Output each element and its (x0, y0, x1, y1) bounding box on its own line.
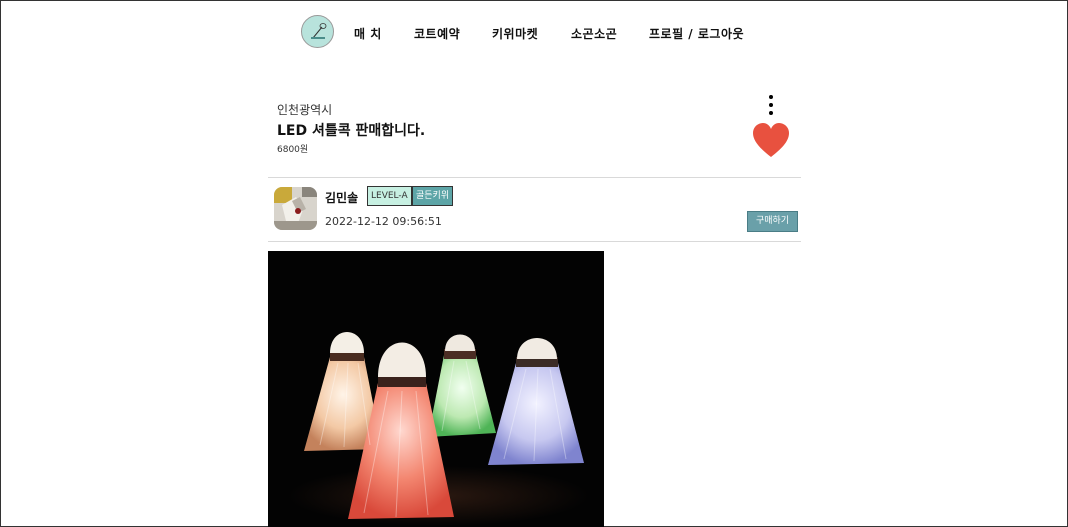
nav-item-community[interactable]: 소곤소곤 (571, 25, 617, 42)
post-region: 인천광역시 (277, 103, 333, 117)
product-image (268, 251, 604, 527)
post-datetime: 2022-12-12 09:56:51 (325, 215, 442, 228)
nav-item-match[interactable]: 매 치 (354, 25, 382, 42)
heart-icon[interactable] (752, 123, 790, 159)
nav-item-kiwi-market[interactable]: 키위마켓 (492, 25, 538, 42)
kebab-dot (769, 95, 773, 99)
nav-item-court-reservation[interactable]: 코트예약 (414, 25, 460, 42)
post-title: LED 셔틀콕 판매합니다. (277, 123, 426, 139)
nav-item-profile-logout[interactable]: 프로필 / 로그아웃 (649, 25, 744, 42)
badminton-logo-icon[interactable] (301, 15, 334, 48)
avatar (274, 187, 317, 230)
kebab-menu-icon[interactable] (764, 95, 778, 115)
seller-name[interactable]: 김민솔 (325, 189, 358, 206)
divider (268, 177, 801, 178)
buy-button[interactable]: 구매하기 (747, 211, 798, 232)
kebab-dot (769, 111, 773, 115)
grade-badge: 골든키위 (412, 186, 454, 206)
divider (268, 241, 801, 242)
kebab-dot (769, 103, 773, 107)
post-price: 6800원 (277, 145, 309, 155)
level-badge: LEVEL-A (367, 186, 412, 206)
